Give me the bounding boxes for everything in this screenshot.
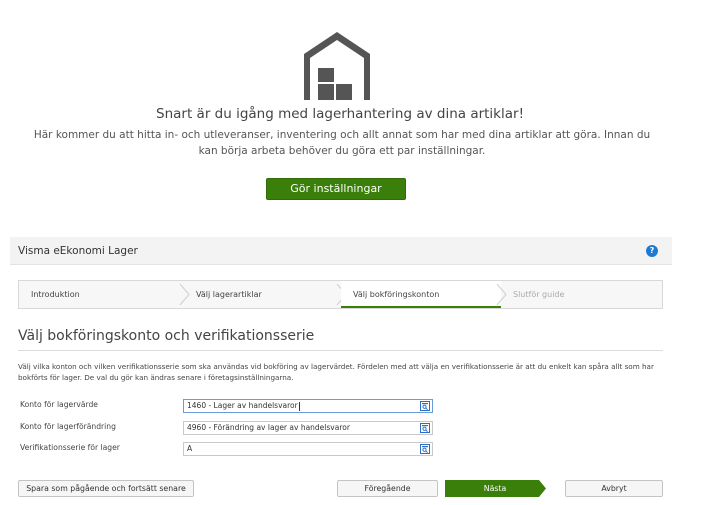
voucher-series-input[interactable]: A [183, 442, 433, 456]
section-description: Välj vilka konton och vilken verifikatio… [18, 362, 654, 382]
inventory-account-value: 1460 - Lager av handelsvaror [187, 401, 298, 410]
lookup-icon[interactable] [420, 423, 430, 433]
panel-title: Visma eEkonomi Lager [18, 245, 138, 257]
help-icon[interactable]: ? [646, 245, 658, 257]
inventory-change-account-input[interactable]: 4960 - Förändring av lager av handelsvar… [183, 421, 433, 435]
hero-title: Snart är du igång med lagerhantering av … [156, 106, 524, 122]
lookup-icon[interactable] [420, 444, 430, 454]
settings-button[interactable]: Gör inställningar [266, 178, 406, 200]
wizard-step-introduction[interactable]: Introduktion [19, 281, 184, 308]
hero-description: Här kommer du att hitta in- och utlevera… [33, 129, 651, 157]
wizard-step-articles[interactable]: Välj lagerartiklar [184, 281, 341, 308]
wizard-steps: Introduktion Välj lagerartiklar Välj bok… [18, 280, 663, 309]
wizard-step-accounts[interactable]: Välj bokföringskonton [341, 281, 501, 308]
section-divider [18, 350, 663, 351]
inventory-change-account-value: 4960 - Förändring av lager av handelsvar… [187, 423, 350, 432]
inventory-change-account-label: Konto för lagerförändring [20, 422, 116, 431]
inventory-account-input[interactable]: 1460 - Lager av handelsvaror [183, 399, 433, 413]
wizard-step-finish[interactable]: Slutför guide [501, 281, 662, 308]
save-continue-later-button[interactable]: Spara som pågående och fortsätt senare [18, 480, 194, 497]
voucher-series-value: A [187, 444, 193, 453]
warehouse-icon [304, 32, 370, 100]
previous-button[interactable]: Föregående [337, 480, 438, 497]
next-button[interactable]: Nästa [445, 480, 547, 497]
panel-header: Visma eEkonomi Lager ? [10, 237, 672, 265]
voucher-series-label: Verifikationsserie för lager [20, 443, 120, 452]
next-button-label: Nästa [483, 484, 507, 493]
text-caret [298, 401, 300, 411]
inventory-account-label: Konto för lagervärde [20, 400, 98, 409]
cancel-button[interactable]: Avbryt [565, 480, 663, 497]
lookup-icon[interactable] [420, 401, 430, 411]
section-title: Välj bokföringskonto och verifikationsse… [18, 328, 315, 344]
